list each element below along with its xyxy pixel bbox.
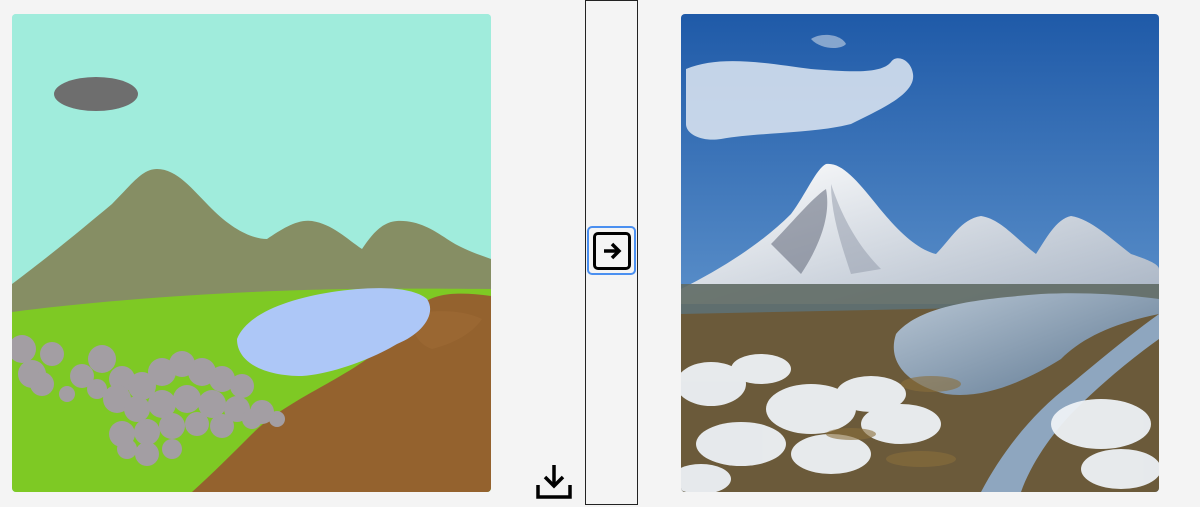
generated-landscape <box>681 14 1159 492</box>
download-button[interactable] <box>532 459 576 503</box>
sketch-canvas[interactable] <box>12 14 491 492</box>
generate-button[interactable] <box>587 226 636 275</box>
app-stage <box>0 0 1200 507</box>
generated-image <box>681 14 1159 492</box>
arrow-right-square-icon <box>592 231 631 270</box>
sketch-drawing[interactable] <box>12 14 491 492</box>
download-icon <box>536 465 572 499</box>
cloud-region <box>54 77 138 111</box>
